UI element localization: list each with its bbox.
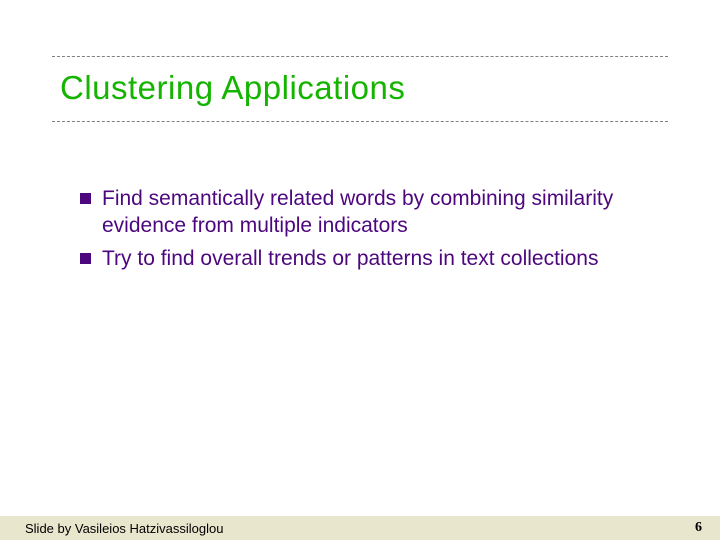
footer: Slide by Vasileios Hatzivassiloglou 6 xyxy=(0,516,720,540)
bullet-text: Try to find overall trends or patterns i… xyxy=(102,247,598,270)
slide: Clustering Applications Find semanticall… xyxy=(0,0,720,540)
list-item: Try to find overall trends or patterns i… xyxy=(80,246,640,273)
page-number: 6 xyxy=(695,520,702,536)
bullet-text: Find semantically related words by combi… xyxy=(102,187,613,237)
square-bullet-icon xyxy=(80,193,91,204)
bullet-list: Find semantically related words by combi… xyxy=(80,186,640,279)
square-bullet-icon xyxy=(80,253,91,264)
title-container: Clustering Applications xyxy=(52,56,668,122)
slide-title: Clustering Applications xyxy=(60,69,660,107)
footer-credit: Slide by Vasileios Hatzivassiloglou xyxy=(25,521,223,536)
list-item: Find semantically related words by combi… xyxy=(80,186,640,240)
